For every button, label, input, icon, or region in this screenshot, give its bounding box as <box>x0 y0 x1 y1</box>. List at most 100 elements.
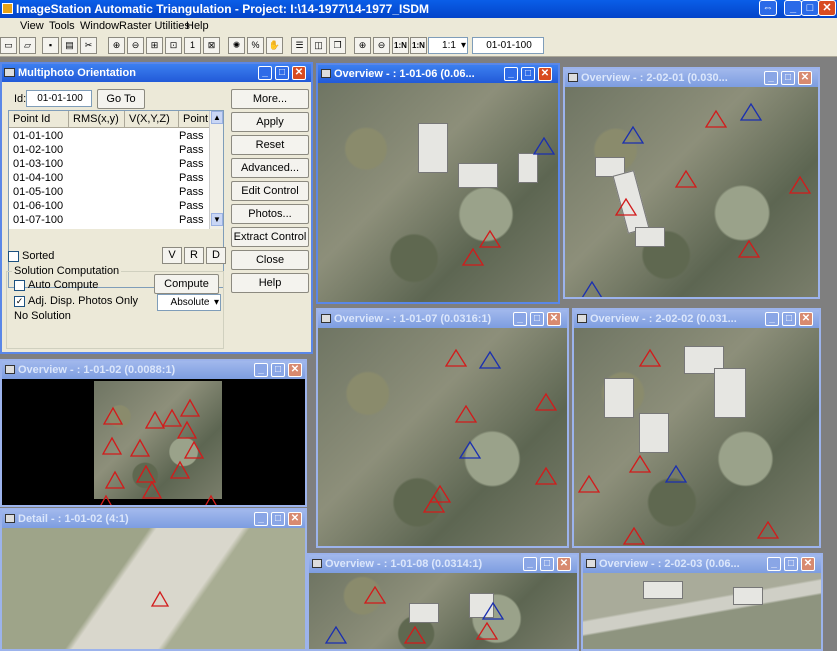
col-point-id[interactable]: Point Id <box>9 111 69 128</box>
save-icon[interactable]: ▪ <box>42 37 59 54</box>
window-minimize-icon[interactable]: _ <box>765 312 779 326</box>
overview-window-2-02-01[interactable]: Overview - : 2-02-01 (0.030... _ □ ✕ <box>563 67 820 299</box>
window-minimize-icon[interactable]: _ <box>767 557 781 571</box>
edit-control-button[interactable]: Edit Control <box>231 181 309 201</box>
col-point-type[interactable]: Point T <box>179 111 211 128</box>
sorted-checkbox[interactable] <box>8 251 19 262</box>
v-button[interactable]: V <box>162 247 182 264</box>
table-row[interactable]: 01-03-100 Pass <box>9 157 209 171</box>
window-close-icon[interactable]: ✕ <box>288 363 302 377</box>
close-icon[interactable]: ✕ <box>818 0 836 16</box>
window-maximize-icon[interactable]: □ <box>782 312 796 326</box>
window-maximize-icon[interactable]: □ <box>271 512 285 526</box>
one-to-n-alt-button[interactable]: 1:N <box>410 37 427 54</box>
zoom-in-icon[interactable]: ⊕ <box>108 37 125 54</box>
dialog-maximize-icon[interactable]: □ <box>275 66 289 80</box>
one-to-one-icon[interactable]: 1 <box>184 37 201 54</box>
zoom-box-icon[interactable]: ⊡ <box>165 37 182 54</box>
tile-horizontal-icon[interactable]: ☰ <box>291 37 308 54</box>
window-minimize-icon[interactable]: _ <box>523 557 537 571</box>
advanced-button[interactable]: Advanced... <box>231 158 309 178</box>
dialog-minimize-icon[interactable]: _ <box>258 66 272 80</box>
window-minimize-icon[interactable]: _ <box>513 312 527 326</box>
window-close-icon[interactable]: ✕ <box>557 557 571 571</box>
table-row[interactable]: 01-07-100 Pass <box>9 213 209 227</box>
image-viewport[interactable] <box>318 328 567 546</box>
overview-window-1-01-06[interactable]: Overview - : 1-01-06 (0.06... _ □ ✕ <box>316 63 560 304</box>
zoom-out-icon[interactable]: ⊖ <box>127 37 144 54</box>
window-maximize-icon[interactable]: □ <box>271 363 285 377</box>
zoom-out-2-icon[interactable]: ⊖ <box>373 37 390 54</box>
image-viewport[interactable] <box>2 528 305 649</box>
dialog-close-icon[interactable]: ✕ <box>292 66 306 80</box>
window-maximize-icon[interactable]: □ <box>521 67 535 81</box>
window-close-icon[interactable]: ✕ <box>538 67 552 81</box>
zoom-select[interactable]: 1:1 ▾ <box>428 37 468 54</box>
table-row[interactable]: 01-05-100 Pass <box>9 185 209 199</box>
window-maximize-icon[interactable]: □ <box>540 557 554 571</box>
image-viewport[interactable] <box>565 87 818 297</box>
image-viewport[interactable] <box>583 573 821 649</box>
menu-raster-utilities[interactable]: Raster Utilities <box>119 19 190 34</box>
brightness-icon[interactable]: ✺ <box>228 37 245 54</box>
image-viewport[interactable] <box>2 379 305 505</box>
photos-button[interactable]: Photos... <box>231 204 309 224</box>
open-icon[interactable]: ▱ <box>19 37 36 54</box>
zoom-in-2-icon[interactable]: ⊕ <box>354 37 371 54</box>
list-scrollbar[interactable]: ▲ ▼ <box>209 111 223 229</box>
table-row[interactable]: 01-02-100 Pass <box>9 143 209 157</box>
id-input[interactable]: 01-01-100 <box>26 90 92 107</box>
window-minimize-icon[interactable]: _ <box>504 67 518 81</box>
detail-window-1-01-02[interactable]: Detail - : 1-01-02 (4:1) _ □ ✕ <box>0 508 307 651</box>
image-viewport[interactable] <box>574 328 819 546</box>
new-icon[interactable]: ▭ <box>0 37 17 54</box>
r-button[interactable]: R <box>184 247 204 264</box>
fit-icon[interactable]: ⊞ <box>146 37 163 54</box>
window-close-icon[interactable]: ✕ <box>799 312 813 326</box>
adj-disp-checkbox[interactable]: ✓ <box>14 296 25 307</box>
window-maximize-icon[interactable]: □ <box>784 557 798 571</box>
one-to-n-button[interactable]: 1:N <box>392 37 409 54</box>
more-button[interactable]: More... <box>231 89 309 109</box>
point-id-field[interactable]: 01-01-100 <box>472 37 544 54</box>
image-viewport[interactable] <box>309 573 577 649</box>
apply-button[interactable]: Apply <box>231 112 309 132</box>
image-viewport[interactable] <box>318 83 558 302</box>
window-maximize-icon[interactable]: □ <box>781 71 795 85</box>
window-close-icon[interactable]: ✕ <box>798 71 812 85</box>
pan-icon[interactable]: ✋ <box>266 37 283 54</box>
cut-icon[interactable]: ✂ <box>80 37 97 54</box>
reset-button[interactable]: Reset <box>231 135 309 155</box>
print-icon[interactable]: ▤ <box>61 37 78 54</box>
overview-window-1-01-02[interactable]: Overview - : 1-01-02 (0.0088:1) _ □ ✕ <box>0 359 307 507</box>
window-minimize-icon[interactable]: _ <box>254 512 268 526</box>
table-row[interactable]: 01-01-100 Pass <box>9 129 209 143</box>
col-rms[interactable]: RMS(x,y) <box>69 111 125 128</box>
col-v-xyz[interactable]: V(X,Y,Z) <box>125 111 179 128</box>
window-close-icon[interactable]: ✕ <box>547 312 561 326</box>
table-row[interactable]: 01-04-100 Pass <box>9 171 209 185</box>
restore-icon[interactable]: ⇔ <box>759 0 777 16</box>
close-button[interactable]: Close <box>231 250 309 270</box>
zoom-area-icon[interactable]: ⊠ <box>203 37 220 54</box>
contrast-icon[interactable]: % <box>247 37 264 54</box>
menu-help[interactable]: Help <box>186 19 209 34</box>
menu-tools[interactable]: Tools <box>49 19 75 34</box>
overview-window-1-01-08[interactable]: Overview - : 1-01-08 (0.0314:1) _ □ ✕ <box>307 553 579 651</box>
menu-window[interactable]: Window <box>80 19 119 34</box>
window-minimize-icon[interactable]: _ <box>764 71 778 85</box>
cascade-icon[interactable]: ❐ <box>329 37 346 54</box>
window-close-icon[interactable]: ✕ <box>801 557 815 571</box>
overview-window-2-02-03[interactable]: Overview - : 2-02-03 (0.06... _ □ ✕ <box>581 553 823 651</box>
overview-window-1-01-07[interactable]: Overview - : 1-01-07 (0.0316:1) _ □ ✕ <box>316 308 569 548</box>
minimize-icon[interactable]: _ <box>784 0 802 16</box>
window-maximize-icon[interactable]: □ <box>530 312 544 326</box>
extract-control-button[interactable]: Extract Control <box>231 227 309 247</box>
maximize-icon[interactable]: □ <box>801 0 819 16</box>
absolute-select[interactable]: Absolute ▾ <box>157 294 221 311</box>
compute-button[interactable]: Compute <box>154 274 219 294</box>
d-button[interactable]: D <box>206 247 226 264</box>
go-to-button[interactable]: Go To <box>97 89 145 109</box>
tile-vertical-icon[interactable]: ◫ <box>310 37 327 54</box>
scroll-down-icon[interactable]: ▼ <box>211 213 223 226</box>
